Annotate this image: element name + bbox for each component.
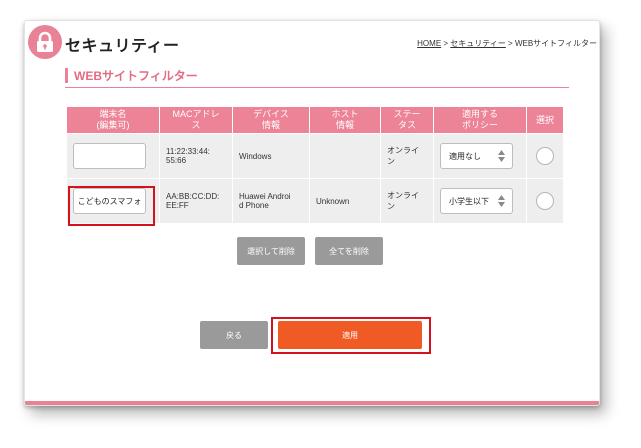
device-info: Windows [239, 151, 272, 161]
col-header-select-label: 選択 [535, 114, 554, 125]
highlight-frame-name [68, 186, 155, 226]
delete-all-button[interactable]: 全てを削除 [315, 237, 383, 265]
status-text: オンライ ン [387, 146, 419, 166]
policy-select[interactable]: 適用なし [440, 143, 513, 169]
cell-select [527, 134, 563, 178]
table-header-row: 端末名 (編集可) MACアドレ ス デバイス 情報 ホスト 情報 ステー タス… [67, 107, 563, 133]
breadcrumb-current: WEBサイトフィルター [514, 39, 597, 48]
cell-mac: 11:22:33:44: 55:66 [160, 134, 232, 178]
select-radio[interactable] [536, 147, 554, 165]
mac-address: 11:22:33:44: 55:66 [166, 147, 210, 165]
section-title: WEBサイトフィルター [74, 69, 198, 83]
cell-name [67, 134, 159, 178]
device-name-input[interactable] [73, 143, 146, 169]
cell-host: Unknown [310, 179, 380, 223]
breadcrumb-separator: > [505, 39, 515, 48]
col-header-mac: MACアドレ ス [160, 107, 232, 133]
host-info: Unknown [316, 196, 350, 206]
cell-status: オンライ ン [381, 179, 433, 223]
select-updown-icon [498, 195, 505, 207]
back-button[interactable]: 戻る [200, 321, 268, 349]
col-header-select: 選択 [527, 107, 563, 133]
breadcrumb-separator: > [441, 39, 451, 48]
cell-select [527, 179, 563, 223]
col-header-policy: 適用する ポリシー [434, 107, 526, 133]
col-header-name: 端末名 (編集可) [67, 107, 159, 133]
col-header-mac-label: MACアドレ ス [172, 109, 220, 130]
col-header-name-label: 端末名 (編集可) [96, 109, 130, 130]
cell-host [310, 134, 380, 178]
section-accent-bar [65, 68, 68, 83]
select-updown-icon [498, 150, 505, 162]
policy-select-value: 適用なし [449, 151, 481, 161]
col-header-status: ステー タス [381, 107, 433, 133]
page-title: セキュリティー [65, 38, 180, 55]
breadcrumb-security-link[interactable]: セキュリティー [450, 39, 506, 48]
select-radio[interactable] [536, 192, 554, 210]
table-row: 11:22:33:44: 55:66 Windows オンライ ン 適用なし [67, 134, 563, 178]
col-header-host: ホスト 情報 [310, 107, 380, 133]
breadcrumb: HOME > セキュリティー > WEBサイトフィルター [417, 38, 597, 49]
col-header-host-label: ホスト 情報 [331, 109, 359, 130]
cell-device: Windows [233, 134, 309, 178]
apply-button[interactable]: 適用 [278, 321, 422, 349]
cell-status: オンライ ン [381, 134, 433, 178]
mac-address: AA:BB:CC:DD: EE:FF [166, 192, 220, 210]
panel-bottom-bar [25, 401, 599, 405]
cell-device: Huawei Androi d Phone [233, 179, 309, 223]
policy-select[interactable]: 小学生以下 [440, 188, 513, 214]
section-header: WEBサイトフィルター [65, 63, 569, 88]
lock-icon [28, 25, 62, 59]
cell-policy: 適用なし [434, 134, 526, 178]
cell-mac: AA:BB:CC:DD: EE:FF [160, 179, 232, 223]
col-header-status-label: ステー タス [393, 109, 421, 130]
cell-policy: 小学生以下 [434, 179, 526, 223]
col-header-device-label: デバイス 情報 [253, 109, 289, 130]
status-text: オンライ ン [387, 191, 419, 211]
device-info: Huawei Androi d Phone [239, 192, 291, 210]
col-header-device: デバイス 情報 [233, 107, 309, 133]
col-header-policy-label: 適用する ポリシー [461, 109, 498, 130]
breadcrumb-home-link[interactable]: HOME [417, 39, 441, 48]
settings-panel: セキュリティー HOME > セキュリティー > WEBサイトフィルター WEB… [24, 20, 600, 406]
policy-select-value: 小学生以下 [449, 196, 489, 206]
delete-selected-button[interactable]: 選択して削除 [237, 237, 305, 265]
